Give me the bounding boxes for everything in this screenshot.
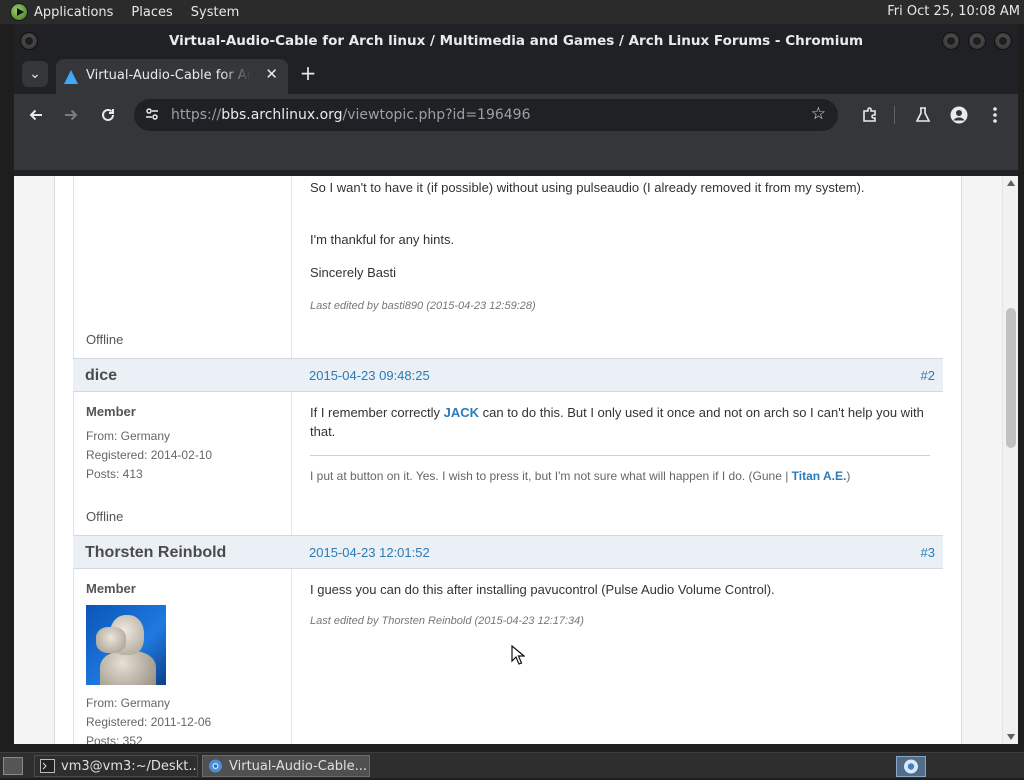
forum-post-2: dice 2015-04-23 09:48:25 #2 Member From:…	[73, 358, 943, 535]
status-offline: Offline	[86, 509, 124, 524]
scroll-up-arrow-icon[interactable]	[1007, 180, 1015, 186]
menu-places[interactable]: Places	[123, 5, 182, 20]
close-window-button[interactable]	[994, 32, 1012, 50]
new-tab-button[interactable]: +	[296, 61, 320, 85]
back-button[interactable]	[24, 103, 48, 127]
forward-button[interactable]	[59, 103, 83, 127]
last-edited-note: Last edited by Thorsten Reinbold (2015-0…	[310, 615, 584, 627]
top-panel: Applications Places System Fri Oct 25, 1…	[0, 0, 1024, 24]
post-message-line: So I wan't to have it (if possible) with…	[310, 180, 865, 195]
terminal-icon	[40, 759, 55, 773]
reload-icon	[102, 108, 114, 121]
window-titlebar[interactable]: Virtual-Audio-Cable for Arch linux / Mul…	[14, 24, 1018, 56]
post-number-link[interactable]: #3	[921, 545, 935, 560]
chevron-down-icon: ⌄	[29, 66, 41, 82]
taskbar-item-label: Virtual-Audio-Cable...	[229, 759, 368, 774]
user-post-count: Posts: 352	[86, 734, 143, 744]
status-offline: Offline	[86, 332, 124, 347]
maximize-button[interactable]	[968, 32, 986, 50]
post-signature: I put at button on it. Yes. I wish to pr…	[310, 469, 851, 483]
tab-strip: ⌄ Virtual-Audio-Cable for Arch linux / M…	[14, 56, 1018, 94]
chromium-icon	[904, 759, 918, 774]
browser-menu-button[interactable]	[983, 103, 1007, 127]
user-registered: Registered: 2014-02-10	[86, 448, 213, 462]
tab-title: Virtual-Audio-Cable for Arch linux / Mul…	[86, 68, 251, 83]
profile-button[interactable]	[947, 103, 971, 127]
tab-close-icon[interactable]: ✕	[265, 65, 278, 83]
last-edited-note: Last edited by basti890 (2015-04-23 12:5…	[310, 300, 536, 312]
scroll-down-arrow-icon[interactable]	[1007, 734, 1015, 740]
post-date-link[interactable]: 2015-04-23 09:48:25	[309, 368, 430, 383]
forum-page: Offline So I wan't to have it (if possib…	[54, 176, 962, 744]
arrow-right-icon	[65, 109, 78, 121]
site-info-icon[interactable]	[144, 106, 160, 122]
page-scrollbar[interactable]	[1002, 176, 1018, 744]
post-body: Member From: Germany Registered: 2014-02…	[73, 392, 943, 535]
user-from: From: Germany	[86, 696, 171, 710]
forum-post-3: Thorsten Reinbold 2015-04-23 12:01:52 #3…	[73, 535, 943, 744]
post-body: Offline So I wan't to have it (if possib…	[73, 176, 943, 358]
window-title: Virtual-Audio-Cable for Arch linux / Mul…	[168, 33, 864, 49]
post-author-info: Member From: Germany Registered: 2011-12…	[74, 569, 292, 744]
user-role: Member	[86, 404, 136, 419]
labs-button[interactable]	[911, 103, 935, 127]
address-bar[interactable]: https://bbs.archlinux.org/viewtopic.php?…	[134, 99, 838, 131]
toolbar-separator	[894, 106, 895, 124]
tab-search-button[interactable]: ⌄	[22, 61, 48, 87]
puzzle-icon	[863, 107, 876, 122]
url-text: https://bbs.archlinux.org/viewtopic.php?…	[171, 107, 531, 123]
panel-clock[interactable]: Fri Oct 25, 10:08 AM	[887, 4, 1020, 19]
show-desktop-icon[interactable]	[3, 757, 23, 775]
arch-linux-favicon-icon	[64, 70, 78, 84]
user-from: From: Germany	[86, 429, 171, 443]
user-registered: Registered: 2011-12-06	[86, 715, 212, 729]
tab-active[interactable]: Virtual-Audio-Cable for Arch linux / Mul…	[56, 59, 288, 94]
bookmarks-bar	[14, 136, 1018, 170]
bottom-taskbar: vm3@vm3:~/Deskt... Virtual-Audio-Cable..…	[0, 752, 1024, 778]
plus-icon: +	[299, 61, 317, 85]
post-author-info: Offline	[74, 176, 292, 358]
jack-link[interactable]: JACK	[444, 405, 479, 420]
flask-icon	[915, 107, 931, 122]
taskbar-item-chromium[interactable]: Virtual-Audio-Cable...	[202, 755, 370, 777]
signature-divider	[310, 455, 930, 456]
post-author-info: Member From: Germany Registered: 2014-02…	[74, 392, 292, 535]
arrow-left-icon	[29, 109, 42, 121]
user-role: Member	[86, 581, 136, 596]
browser-toolbar: https://bbs.archlinux.org/viewtopic.php?…	[14, 94, 1018, 136]
bookmark-star-icon[interactable]: ☆	[811, 104, 826, 124]
applications-logo-icon[interactable]	[10, 3, 28, 21]
post-signoff: Sincerely Basti	[310, 265, 396, 280]
avatar-icon	[950, 106, 968, 124]
taskbar-item-terminal[interactable]: vm3@vm3:~/Deskt...	[34, 755, 198, 777]
post-body: Member From: Germany Registered: 2011-12…	[73, 569, 943, 744]
post-message-line: I'm thankful for any hints.	[310, 232, 455, 247]
minimize-button[interactable]	[942, 32, 960, 50]
scrollbar-thumb[interactable]	[1006, 308, 1016, 448]
kebab-menu-icon	[993, 107, 997, 123]
user-post-count: Posts: 413	[86, 467, 143, 481]
post-number-link[interactable]: #2	[921, 368, 935, 383]
browser-window: Virtual-Audio-Cable for Arch linux / Mul…	[14, 24, 1018, 744]
post-date-link[interactable]: 2015-04-23 12:01:52	[309, 545, 430, 560]
chromium-icon	[209, 759, 222, 773]
taskbar-item-label: vm3@vm3:~/Deskt...	[61, 759, 198, 774]
reload-button[interactable]	[96, 103, 120, 127]
extensions-button[interactable]	[858, 103, 882, 127]
menu-system[interactable]: System	[183, 5, 249, 20]
forum-post-1: Offline So I wan't to have it (if possib…	[73, 176, 943, 358]
post-author[interactable]: Thorsten Reinbold	[85, 544, 226, 562]
menu-applications[interactable]: Applications	[32, 5, 123, 20]
mouse-cursor-icon	[511, 645, 525, 665]
post-author[interactable]: dice	[85, 367, 117, 385]
post-message: I guess you can do this after installing…	[310, 582, 775, 597]
post-header: Thorsten Reinbold 2015-04-23 12:01:52 #3	[73, 535, 943, 569]
titan-ae-link[interactable]: Titan A.E.	[792, 469, 847, 483]
avatar	[86, 605, 166, 685]
post-message: If I remember correctly JACK can to do t…	[310, 405, 924, 439]
post-header: dice 2015-04-23 09:48:25 #2	[73, 358, 943, 392]
window-menu-button[interactable]	[20, 32, 38, 50]
tray-chromium-icon[interactable]	[896, 756, 926, 777]
